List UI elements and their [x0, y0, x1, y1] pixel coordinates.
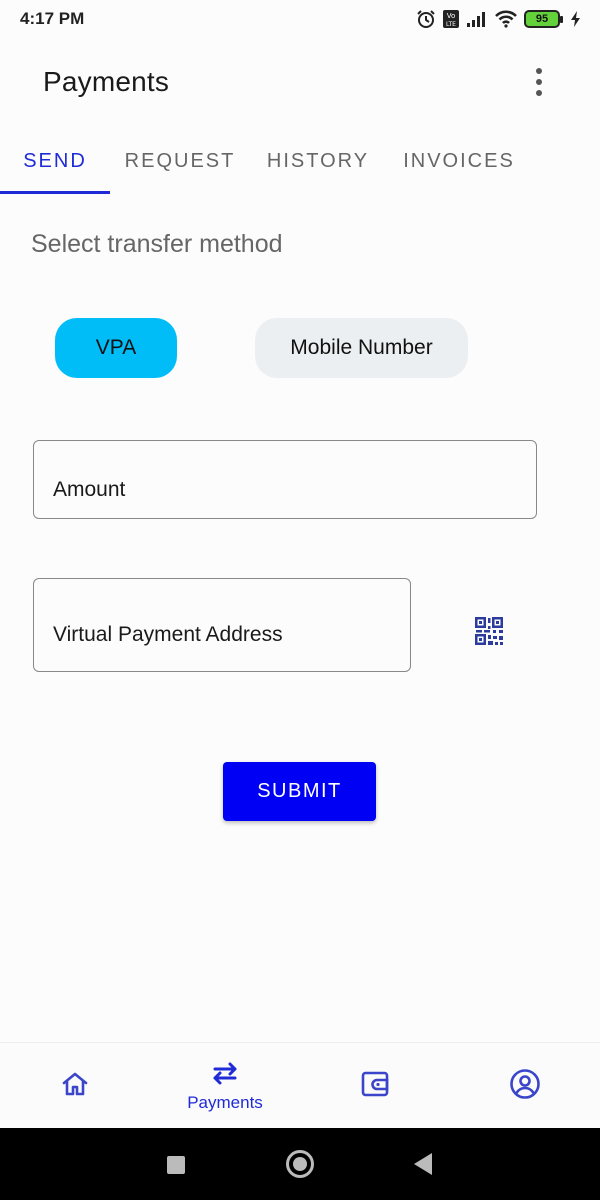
nav-item-wallet[interactable]: [300, 1043, 450, 1129]
app-bar: Payments: [0, 50, 600, 114]
status-bar: 4:17 PM Vo LTE 95: [0, 0, 600, 38]
nav-item-account[interactable]: [450, 1043, 600, 1129]
status-icons: Vo LTE 95: [416, 9, 582, 29]
nav-label-payments: Payments: [187, 1092, 263, 1112]
vpa-chip[interactable]: VPA: [55, 318, 177, 378]
submit-button[interactable]: SUBMIT: [223, 762, 376, 821]
mobile-number-chip[interactable]: Mobile Number: [255, 318, 468, 378]
more-vert-icon[interactable]: [536, 68, 542, 96]
charging-icon: [570, 10, 582, 28]
vpa-field[interactable]: Virtual Payment Address: [33, 578, 411, 672]
system-nav-bar: [0, 1128, 600, 1200]
page-title: Payments: [43, 66, 170, 97]
vpa-field-label: Virtual Payment Address: [53, 623, 283, 646]
alarm-icon: [416, 9, 436, 29]
account-icon: [509, 1068, 541, 1105]
nav-item-payments[interactable]: Payments: [150, 1043, 300, 1129]
amount-field[interactable]: Amount: [33, 440, 537, 519]
qr-code-icon[interactable]: [474, 616, 504, 646]
recents-button[interactable]: [167, 1156, 185, 1174]
bottom-nav: Payments: [0, 1042, 600, 1128]
battery-icon: 95: [524, 10, 563, 28]
tab-history[interactable]: HISTORY: [250, 128, 386, 194]
home-icon: [60, 1069, 90, 1104]
wallet-icon: [360, 1069, 390, 1104]
home-button[interactable]: [286, 1150, 314, 1178]
status-time: 4:17 PM: [20, 9, 85, 28]
tab-bar: SEND REQUEST HISTORY INVOICES: [0, 128, 600, 194]
nav-item-home[interactable]: [0, 1043, 150, 1129]
wifi-icon: [494, 9, 518, 29]
svg-text:LTE: LTE: [446, 21, 456, 28]
back-button[interactable]: [414, 1153, 432, 1175]
volte-icon: Vo LTE: [442, 9, 460, 29]
svg-text:Vo: Vo: [447, 12, 456, 20]
tab-invoices[interactable]: INVOICES: [386, 128, 532, 194]
tab-send[interactable]: SEND: [0, 128, 110, 194]
swap-arrows-icon: [209, 1060, 241, 1091]
tab-request[interactable]: REQUEST: [110, 128, 250, 194]
section-title: Select transfer method: [31, 230, 283, 258]
signal-icon: [466, 10, 488, 28]
amount-field-label: Amount: [53, 478, 126, 501]
